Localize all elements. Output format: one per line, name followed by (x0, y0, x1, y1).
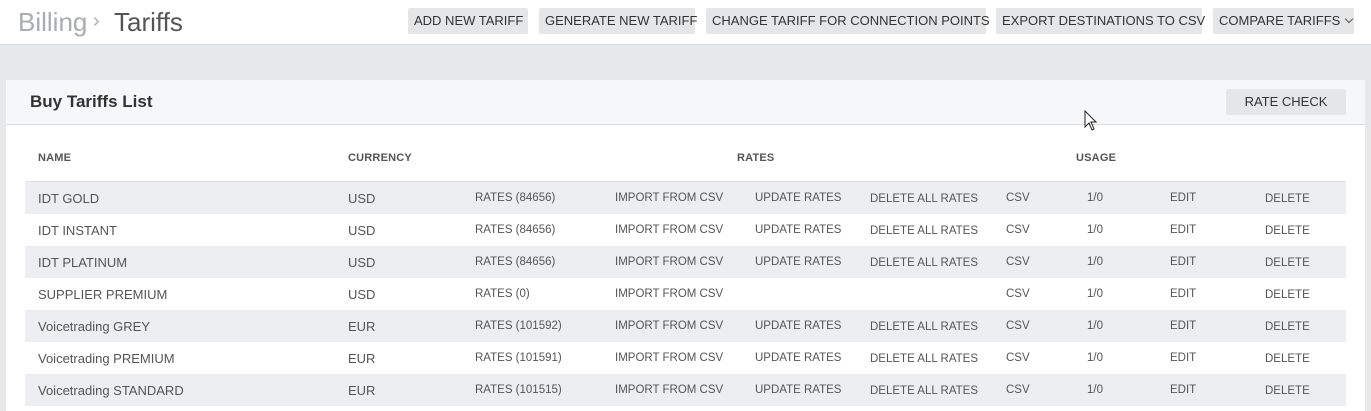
export-destinations-to-csv-button[interactable]: EXPORT DESTINATIONS TO CSV (996, 8, 1205, 34)
table-row: Voicetrading PREMIUM EUR RATES (101591) … (25, 342, 1346, 374)
mouse-cursor-icon (1084, 110, 1098, 131)
tariff-currency: USD (348, 287, 376, 302)
tariff-name: IDT INSTANT (38, 223, 117, 238)
top-bar: Billing › Tariffs ADD NEW TARIFF GENERAT… (0, 0, 1371, 45)
update-rates-link[interactable]: UPDATE RATES (755, 352, 841, 364)
update-rates-link[interactable]: UPDATE RATES (755, 224, 841, 236)
usage-value: 1/0 (1087, 384, 1103, 396)
csv-link[interactable]: CSV (1006, 320, 1030, 332)
delete-link[interactable]: DELETE (1265, 193, 1310, 205)
table-row: Voicetrading STANDARD EUR RATES (101515)… (25, 374, 1346, 406)
usage-value: 1/0 (1087, 352, 1103, 364)
import-from-csv-link[interactable]: IMPORT FROM CSV (615, 384, 723, 396)
import-from-csv-link[interactable]: IMPORT FROM CSV (615, 320, 723, 332)
csv-link[interactable]: CSV (1006, 224, 1030, 236)
import-from-csv-link[interactable]: IMPORT FROM CSV (615, 224, 723, 236)
compare-tariffs-label: COMPARE TARIFFS (1219, 13, 1341, 28)
edit-link[interactable]: EDIT (1170, 192, 1196, 204)
csv-link[interactable]: CSV (1006, 192, 1030, 204)
rates-link[interactable]: RATES (101591) (475, 352, 562, 364)
page-title: Tariffs (114, 7, 183, 37)
delete-all-rates-link[interactable]: DELETE ALL RATES (870, 353, 978, 365)
rates-link[interactable]: RATES (84656) (475, 224, 555, 236)
table-row: Voicetrading GREY EUR RATES (101592) IMP… (25, 310, 1346, 342)
import-from-csv-link[interactable]: IMPORT FROM CSV (615, 192, 723, 204)
tariff-name: IDT PLATINUM (38, 255, 128, 270)
header-usage: USAGE (1076, 152, 1117, 164)
delete-link[interactable]: DELETE (1265, 385, 1310, 397)
edit-link[interactable]: EDIT (1170, 384, 1196, 396)
chevron-down-icon (1345, 14, 1354, 24)
usage-value: 1/0 (1087, 288, 1103, 300)
csv-link[interactable]: CSV (1006, 352, 1030, 364)
header-currency: CURRENCY (348, 152, 412, 164)
rates-link[interactable]: RATES (84656) (475, 192, 555, 204)
tariffs-table-body: IDT GOLD USD RATES (84656) IMPORT FROM C… (25, 182, 1346, 406)
edit-link[interactable]: EDIT (1170, 352, 1196, 364)
tariff-currency: EUR (348, 383, 376, 398)
rates-link[interactable]: RATES (101515) (475, 384, 562, 396)
edit-link[interactable]: EDIT (1170, 288, 1196, 300)
rates-link[interactable]: RATES (84656) (475, 256, 555, 268)
delete-link[interactable]: DELETE (1265, 321, 1310, 333)
import-from-csv-link[interactable]: IMPORT FROM CSV (615, 352, 723, 364)
delete-all-rates-link[interactable]: DELETE ALL RATES (870, 225, 978, 237)
rates-link[interactable]: RATES (101592) (475, 320, 562, 332)
import-from-csv-link[interactable]: IMPORT FROM CSV (615, 256, 723, 268)
tariff-currency: EUR (348, 351, 376, 366)
edit-link[interactable]: EDIT (1170, 320, 1196, 332)
table-row: IDT INSTANT USD RATES (84656) IMPORT FRO… (25, 214, 1346, 246)
buy-tariffs-panel: Buy Tariffs List RATE CHECK NAME CURRENC… (6, 80, 1365, 411)
header-name: NAME (38, 152, 72, 164)
breadcrumb-billing[interactable]: Billing (18, 7, 87, 38)
csv-link[interactable]: CSV (1006, 288, 1030, 300)
table-row: IDT GOLD USD RATES (84656) IMPORT FROM C… (25, 182, 1346, 214)
rates-link[interactable]: RATES (0) (475, 288, 530, 300)
tariff-name: SUPPLIER PREMIUM (38, 287, 168, 302)
delete-link[interactable]: DELETE (1265, 289, 1310, 301)
tariff-currency: EUR (348, 319, 376, 334)
tariff-currency: USD (348, 255, 376, 270)
tariff-currency: USD (348, 223, 376, 238)
delete-link[interactable]: DELETE (1265, 225, 1310, 237)
update-rates-link[interactable]: UPDATE RATES (755, 320, 841, 332)
breadcrumb-separator-icon: › (93, 10, 100, 32)
add-new-tariff-button[interactable]: ADD NEW TARIFF (408, 8, 528, 34)
update-rates-link[interactable]: UPDATE RATES (755, 192, 841, 204)
delete-all-rates-link[interactable]: DELETE ALL RATES (870, 257, 978, 269)
edit-link[interactable]: EDIT (1170, 256, 1196, 268)
table-row: SUPPLIER PREMIUM USD RATES (0) IMPORT FR… (25, 278, 1346, 310)
csv-link[interactable]: CSV (1006, 256, 1030, 268)
table-header: NAME CURRENCY RATES USAGE (25, 142, 1346, 182)
usage-value: 1/0 (1087, 256, 1103, 268)
delete-all-rates-link[interactable]: DELETE ALL RATES (870, 193, 978, 205)
delete-all-rates-link[interactable]: DELETE ALL RATES (870, 385, 978, 397)
tariff-name: IDT GOLD (38, 191, 100, 206)
edit-link[interactable]: EDIT (1170, 224, 1196, 236)
header-rates: RATES (737, 152, 775, 164)
delete-all-rates-link[interactable]: DELETE ALL RATES (870, 321, 978, 333)
panel-header: Buy Tariffs List RATE CHECK (6, 80, 1365, 125)
tariff-currency: USD (348, 191, 376, 206)
usage-value: 1/0 (1087, 192, 1103, 204)
import-from-csv-link[interactable]: IMPORT FROM CSV (615, 288, 723, 300)
panel-title: Buy Tariffs List (30, 92, 153, 111)
rate-check-button[interactable]: RATE CHECK (1226, 89, 1346, 115)
update-rates-link[interactable]: UPDATE RATES (755, 256, 841, 268)
tariff-name: Voicetrading PREMIUM (38, 351, 175, 366)
update-rates-link[interactable]: UPDATE RATES (755, 384, 841, 396)
change-tariff-for-connection-points-button[interactable]: CHANGE TARIFF FOR CONNECTION POINTS (706, 8, 990, 34)
delete-link[interactable]: DELETE (1265, 353, 1310, 365)
delete-link[interactable]: DELETE (1265, 257, 1310, 269)
tariff-name: Voicetrading STANDARD (38, 383, 184, 398)
usage-value: 1/0 (1087, 224, 1103, 236)
compare-tariffs-dropdown[interactable]: COMPARE TARIFFS (1213, 8, 1354, 34)
usage-value: 1/0 (1087, 320, 1103, 332)
table-row: IDT PLATINUM USD RATES (84656) IMPORT FR… (25, 246, 1346, 278)
generate-new-tariff-button[interactable]: GENERATE NEW TARIFF (539, 8, 697, 34)
csv-link[interactable]: CSV (1006, 384, 1030, 396)
tariff-name: Voicetrading GREY (38, 319, 151, 334)
